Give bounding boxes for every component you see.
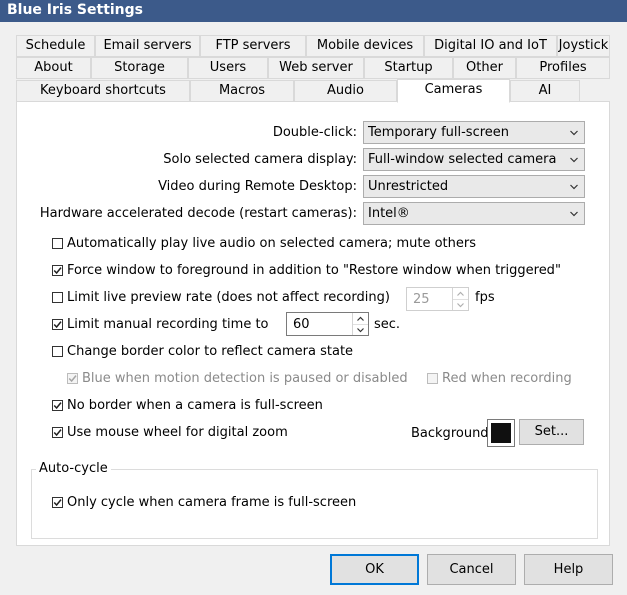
border-color-label[interactable]: Change border color to reflect camera st… (67, 344, 353, 359)
tab-row-3: Keyboard shortcuts Macros Audio Cameras … (16, 79, 610, 103)
tab-about[interactable]: About (16, 57, 91, 79)
hw-decode-label: Hardware accelerated decode (restart cam… (39, 206, 357, 221)
preview-rate-stepper: 25 (406, 287, 469, 311)
tab-digital-io-iot[interactable]: Digital IO and IoT (424, 35, 557, 57)
tab-ftp-servers[interactable]: FTP servers (200, 35, 306, 57)
only-fullscreen-label[interactable]: Only cycle when camera frame is full-scr… (67, 495, 356, 510)
hw-decode-value: Intel® (368, 206, 410, 221)
red-recording-label: Red when recording (442, 371, 572, 386)
limit-manual-label[interactable]: Limit manual recording time to (67, 317, 269, 332)
tab-mobile-devices[interactable]: Mobile devices (306, 35, 424, 57)
tab-storage[interactable]: Storage (91, 57, 188, 79)
auto-audio-label[interactable]: Automatically play live audio on selecte… (67, 236, 476, 251)
cancel-button[interactable]: Cancel (427, 554, 516, 585)
force-foreground-checkbox[interactable] (52, 265, 63, 276)
tab-macros[interactable]: Macros (190, 80, 294, 102)
limit-preview-label[interactable]: Limit live preview rate (does not affect… (67, 290, 390, 305)
no-border-checkbox[interactable] (52, 400, 63, 411)
manual-time-stepper[interactable]: 60 (286, 312, 369, 336)
background-color-fill (491, 423, 511, 443)
auto-audio-checkbox[interactable] (52, 238, 63, 249)
remote-desktop-value: Unrestricted (368, 179, 449, 194)
stepper-buttons (452, 288, 468, 310)
chevron-down-icon (570, 157, 578, 163)
red-recording-checkbox (427, 373, 438, 384)
tab-row-2: About Storage Users Web server Startup O… (16, 57, 610, 79)
no-border-label[interactable]: No border when a camera is full-screen (67, 398, 323, 413)
solo-display-dropdown[interactable]: Full-window selected camera (363, 148, 585, 171)
window-title: Blue Iris Settings (0, 0, 627, 22)
mouse-zoom-label[interactable]: Use mouse wheel for digital zoom (67, 425, 288, 440)
tab-profiles[interactable]: Profiles (516, 57, 610, 79)
only-fullscreen-checkbox[interactable] (52, 497, 63, 508)
ok-button[interactable]: OK (330, 554, 419, 585)
stepper-buttons (352, 313, 368, 335)
double-click-label: Double-click: (272, 125, 357, 140)
background-color-swatch[interactable] (487, 419, 515, 447)
solo-display-value: Full-window selected camera (368, 152, 557, 167)
tab-other[interactable]: Other (453, 57, 516, 79)
tab-cameras[interactable]: Cameras (397, 79, 510, 103)
limit-preview-checkbox[interactable] (52, 292, 63, 303)
remote-desktop-label: Video during Remote Desktop: (158, 179, 357, 194)
manual-time-value[interactable]: 60 (293, 317, 310, 332)
solo-display-label: Solo selected camera display: (163, 152, 357, 167)
set-background-button[interactable]: Set... (519, 419, 584, 445)
tab-audio[interactable]: Audio (294, 80, 397, 102)
limit-manual-checkbox[interactable] (52, 319, 63, 330)
double-click-value: Temporary full-screen (368, 125, 510, 140)
hw-decode-dropdown[interactable]: Intel® (363, 202, 585, 225)
tab-joystick[interactable]: Joystick (557, 35, 610, 57)
blue-motion-checkbox (67, 373, 78, 384)
tab-ai[interactable]: AI (510, 80, 580, 102)
double-click-dropdown[interactable]: Temporary full-screen (363, 121, 585, 144)
preview-rate-value: 25 (413, 292, 430, 307)
background-label: Background (411, 426, 489, 441)
mouse-zoom-checkbox[interactable] (52, 427, 63, 438)
spin-down-icon[interactable] (353, 324, 368, 335)
chevron-down-icon (570, 184, 578, 190)
tab-email-servers[interactable]: Email servers (95, 35, 200, 57)
tab-schedule[interactable]: Schedule (16, 35, 95, 57)
spin-down-icon (453, 299, 468, 310)
auto-cycle-title: Auto-cycle (36, 461, 111, 476)
fps-unit-label: fps (475, 290, 495, 305)
chevron-down-icon (570, 211, 578, 217)
border-color-checkbox[interactable] (52, 346, 63, 357)
tab-row-1: Schedule Email servers FTP servers Mobil… (16, 35, 610, 57)
blue-motion-label: Blue when motion detection is paused or … (82, 371, 408, 386)
chevron-down-icon (570, 130, 578, 136)
help-button[interactable]: Help (524, 554, 613, 585)
tab-web-server[interactable]: Web server (268, 57, 364, 79)
tab-keyboard-shortcuts[interactable]: Keyboard shortcuts (16, 80, 190, 102)
force-foreground-label[interactable]: Force window to foreground in addition t… (67, 263, 561, 278)
tab-users[interactable]: Users (188, 57, 268, 79)
sec-unit-label: sec. (374, 317, 401, 332)
remote-desktop-dropdown[interactable]: Unrestricted (363, 175, 585, 198)
tab-startup[interactable]: Startup (364, 57, 453, 79)
